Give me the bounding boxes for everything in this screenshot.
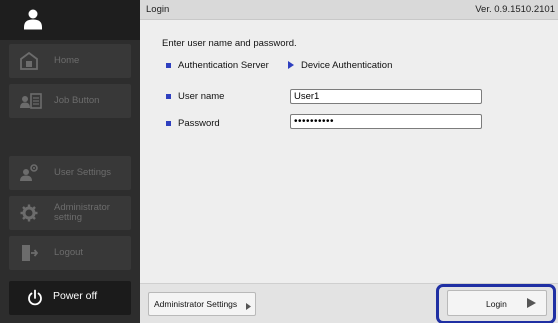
sidebar-item-label: Logout: [54, 247, 84, 258]
user-area: [0, 0, 140, 40]
power-off-button[interactable]: Power off: [9, 281, 131, 315]
sidebar-item-administrator-setting[interactable]: Administrator setting: [9, 196, 131, 230]
user-settings-icon: [20, 164, 38, 181]
user-icon: [24, 9, 42, 30]
logout-icon: [22, 245, 39, 261]
chevron-right-icon: [246, 303, 251, 310]
sidebar-item-user-settings[interactable]: User Settings: [9, 156, 131, 190]
gear-icon: [20, 204, 38, 222]
administrator-settings-button[interactable]: Administrator Settings: [148, 292, 256, 316]
username-field[interactable]: [290, 89, 482, 104]
power-off-label: Power off: [53, 290, 98, 302]
version-label: Ver. 0.9.1510.2101: [475, 4, 555, 15]
sidebar-item-label: User Settings: [54, 167, 112, 178]
sidebar-item-label: Home: [54, 55, 80, 66]
sidebar-item-job-button[interactable]: Job Button: [9, 84, 131, 118]
login-form: Enter user name and password. Authentica…: [140, 20, 558, 283]
play-icon: [527, 298, 536, 308]
power-icon: [28, 289, 42, 306]
password-field[interactable]: [290, 114, 482, 129]
authentication-server-label: Authentication Server: [178, 60, 269, 71]
login-label: Login: [486, 299, 507, 309]
password-label: Password: [178, 118, 220, 129]
bullet-icon: [166, 63, 171, 68]
username-label: User name: [178, 91, 225, 102]
login-button[interactable]: Login: [447, 290, 547, 316]
title-bar: Login Ver. 0.9.1510.2101: [140, 0, 558, 20]
sidebar-item-label: Administrator setting: [54, 202, 110, 223]
footer-bar: Administrator Settings Login: [140, 283, 558, 323]
device-authentication-link[interactable]: Device Authentication: [301, 60, 392, 71]
bullet-icon: [166, 94, 171, 99]
administrator-settings-label: Administrator Settings: [154, 299, 238, 309]
sidebar: Home Job Button User Settings Administra…: [0, 0, 140, 323]
sidebar-item-home[interactable]: Home: [9, 44, 131, 78]
sidebar-item-label: Job Button: [54, 95, 100, 106]
sidebar-item-logout[interactable]: Logout: [9, 236, 131, 270]
home-icon: [20, 51, 38, 70]
page-title: Login: [146, 4, 170, 15]
bullet-icon: [166, 121, 171, 126]
instruction-text: Enter user name and password.: [162, 38, 297, 49]
job-button-icon: [20, 93, 42, 109]
arrow-right-icon: [288, 61, 294, 69]
